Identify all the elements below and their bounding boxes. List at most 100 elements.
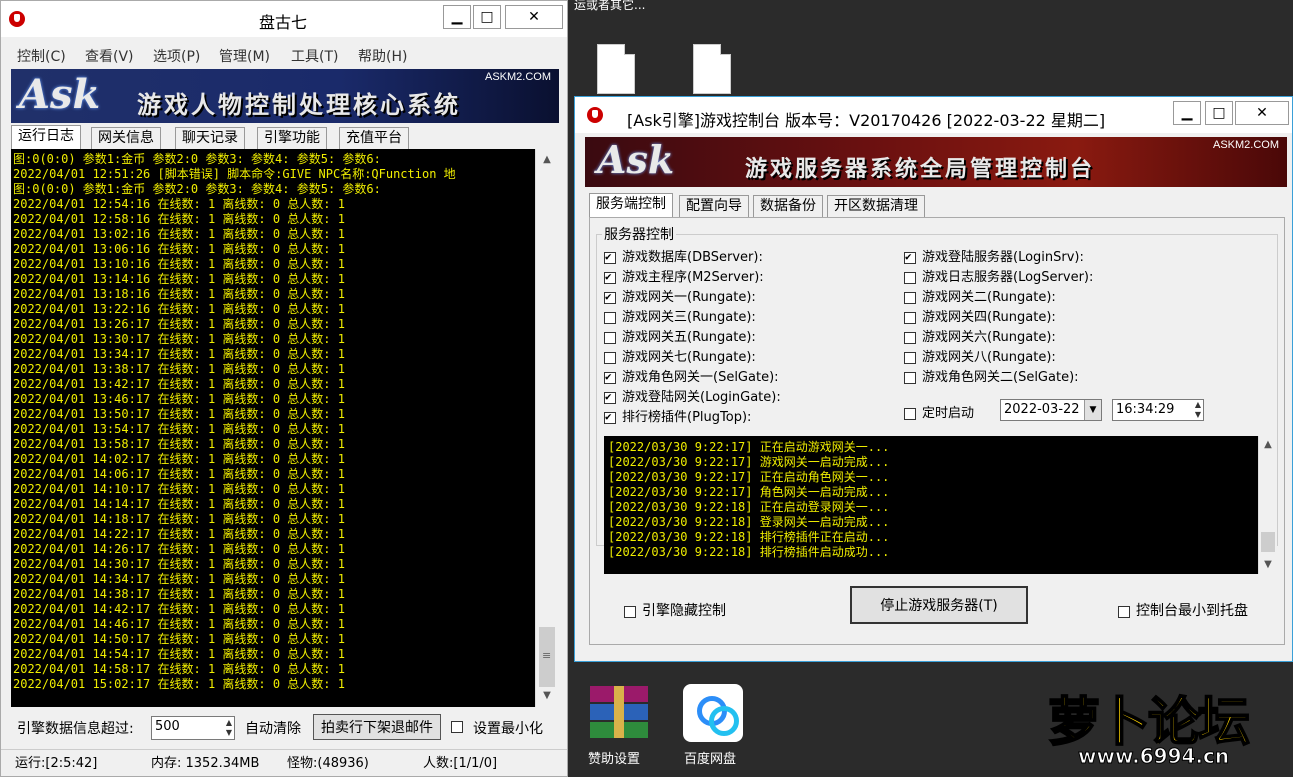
log-line: 2022/04/01 15:02:17 在线数: 1 离线数: 0 总人数: 1: [13, 677, 345, 691]
tab-server-control[interactable]: 服务端控制: [589, 193, 673, 217]
minimize-button[interactable]: ▁: [1173, 101, 1201, 125]
scroll-up-icon[interactable]: ▲: [536, 151, 558, 169]
menu-options[interactable]: 选项(P): [153, 46, 200, 66]
console-titlebar[interactable]: [Ask引擎]游戏控制台 版本号：V20170426 [2022-03-22 星…: [575, 97, 1292, 133]
tab-config-wizard[interactable]: 配置向导: [679, 195, 749, 217]
desktop-top-text: 运或者其它...: [574, 0, 646, 12]
maximize-button[interactable]: □: [473, 5, 501, 29]
close-icon: ✕: [1256, 105, 1268, 121]
tab-recharge-platform[interactable]: 充值平台: [339, 127, 409, 149]
close-button[interactable]: ✕: [505, 5, 563, 29]
menu-help[interactable]: 帮助(H): [358, 46, 407, 66]
server-item-checkbox[interactable]: [904, 311, 916, 324]
baidu-netdisk-icon[interactable]: [683, 684, 743, 742]
log-line: [2022/03/30 9:22:17] 正在启动游戏网关一...: [608, 440, 890, 454]
log-line: 2022/04/01 14:18:17 在线数: 1 离线数: 0 总人数: 1: [13, 512, 345, 526]
server-item-checkbox[interactable]: [604, 410, 616, 424]
startup-log-scrollbar[interactable]: ▲ ▼: [1258, 436, 1277, 574]
scroll-down-icon[interactable]: ▼: [1259, 556, 1277, 574]
spin-arrows-icon[interactable]: ▲ ▼: [1195, 400, 1201, 420]
server-item-row: 游戏网关四(Rungate):: [904, 306, 1056, 325]
server-item-checkbox[interactable]: [604, 331, 616, 344]
chevron-down-icon[interactable]: ▼: [1084, 400, 1101, 420]
threshold-input[interactable]: 500 ▲ ▼: [151, 716, 235, 740]
server-item-checkbox[interactable]: [604, 390, 616, 404]
server-item-checkbox[interactable]: [604, 351, 616, 364]
tab-data-backup[interactable]: 数据备份: [753, 195, 823, 217]
pangu-titlebar[interactable]: 盘古七 ▁ □ ✕: [1, 1, 567, 37]
menu-tools[interactable]: 工具(T): [291, 46, 338, 66]
log-line: 2022/04/01 13:58:17 在线数: 1 离线数: 0 总人数: 1: [13, 437, 345, 451]
close-icon: ✕: [528, 9, 540, 25]
close-button[interactable]: ✕: [1235, 101, 1289, 125]
auction-delist-button[interactable]: 拍卖行下架退邮件: [313, 714, 441, 740]
tab-chat-log[interactable]: 聊天记录: [175, 127, 245, 149]
server-item-checkbox[interactable]: [604, 270, 616, 284]
log-line: 2022/04/01 14:02:17 在线数: 1 离线数: 0 总人数: 1: [13, 452, 345, 466]
file-icon[interactable]: [597, 44, 635, 94]
server-item-checkbox[interactable]: [904, 250, 916, 264]
minimize-setting-checkbox[interactable]: [451, 719, 463, 734]
tab-engine-functions[interactable]: 引擎功能: [257, 127, 327, 149]
server-item-checkbox[interactable]: [904, 271, 916, 284]
hide-engine-checkbox[interactable]: [624, 605, 636, 618]
log-line: 2022/04/01 13:14:16 在线数: 1 离线数: 0 总人数: 1: [13, 272, 345, 286]
minimize-button[interactable]: ▁: [443, 5, 471, 29]
tab-run-log[interactable]: 运行日志: [11, 125, 81, 149]
scroll-thumb[interactable]: [1261, 532, 1275, 552]
server-item-row: 游戏角色网关二(SelGate):: [904, 366, 1079, 385]
server-item-checkbox[interactable]: [904, 291, 916, 304]
spin-arrows-icon[interactable]: ▲ ▼: [226, 718, 232, 738]
server-control-panel: 服务器控制 游戏数据库(DBServer): 游戏主程序(M2Server): 游戏…: [589, 217, 1285, 645]
pangu-banner: Ask ASKM2.COM 游戏人物控制处理核心系统: [11, 69, 559, 123]
status-memory: 内存: 1352.34MB: [151, 756, 260, 771]
log-line: 2022/04/01 14:06:17 在线数: 1 离线数: 0 总人数: 1: [13, 467, 345, 481]
log-line: 2022/04/01 13:26:17 在线数: 1 离线数: 0 总人数: 1: [13, 317, 345, 331]
timer-row: 定时启动: [904, 402, 974, 421]
maximize-icon: □: [480, 9, 494, 25]
server-item-row: 游戏网关八(Rungate):: [904, 346, 1056, 365]
maximize-button[interactable]: □: [1205, 101, 1233, 125]
archive-icon[interactable]: [590, 686, 648, 738]
server-item-checkbox[interactable]: [604, 250, 616, 264]
tab-server-data-cleanup[interactable]: 开区数据清理: [827, 195, 925, 217]
server-item-checkbox[interactable]: [904, 351, 916, 364]
server-item-checkbox[interactable]: [604, 290, 616, 304]
log-line: 图:0(0:0) 参数1:金币 参数2:0 参数3: 参数4: 参数5: 参数6…: [13, 152, 381, 166]
tray-checkbox[interactable]: [1118, 605, 1130, 618]
scroll-down-icon[interactable]: ▼: [536, 687, 558, 705]
server-item-checkbox[interactable]: [904, 331, 916, 344]
threshold-value: 500: [155, 719, 180, 734]
menu-manage[interactable]: 管理(M): [219, 46, 270, 66]
log-line: 2022/04/01 13:50:17 在线数: 1 离线数: 0 总人数: 1: [13, 407, 345, 421]
desktop-icon-label[interactable]: 百度网盘: [684, 748, 736, 767]
timer-date-picker[interactable]: 2022-03-22 ▼: [1000, 399, 1102, 421]
server-item-row: 游戏网关七(Rungate):: [604, 346, 756, 365]
scroll-up-icon[interactable]: ▲: [1259, 436, 1277, 454]
banner-title: 游戏服务器系统全局管理控制台: [745, 157, 1096, 182]
log-line: 2022/04/01 14:14:17 在线数: 1 离线数: 0 总人数: 1: [13, 497, 345, 511]
log-scrollbar[interactable]: ▲ ≡ ▼: [535, 149, 558, 707]
server-item-label: 游戏角色网关一(SelGate):: [622, 370, 779, 385]
file-icon[interactable]: [693, 44, 731, 94]
pangu-tabs: 运行日志 网关信息 聊天记录 引擎功能 充值平台: [11, 125, 559, 149]
startup-log-console[interactable]: [2022/03/30 9:22:17] 正在启动游戏网关一... [2022/0…: [604, 436, 1258, 574]
desktop-icon-label[interactable]: 赞助设置: [588, 748, 640, 767]
log-lines: [2022/03/30 9:22:17] 正在启动游戏网关一... [2022/0…: [608, 440, 1258, 560]
server-item-checkbox[interactable]: [604, 311, 616, 324]
stop-server-button[interactable]: 停止游戏服务器(T): [850, 586, 1028, 624]
tab-gateway-info[interactable]: 网关信息: [91, 127, 161, 149]
log-line: [2022/03/30 9:22:17] 角色网关一启动完成...: [608, 485, 890, 499]
run-log-console[interactable]: 图:0(0:0) 参数1:金币 参数2:0 参数3: 参数4: 参数5: 参数6…: [11, 149, 535, 707]
menu-view[interactable]: 查看(V): [85, 46, 134, 66]
server-item-checkbox[interactable]: [604, 370, 616, 384]
log-line: 2022/04/01 14:30:17 在线数: 1 离线数: 0 总人数: 1: [13, 557, 345, 571]
banner-site: ASKM2.COM: [1212, 139, 1279, 151]
timer-time-picker[interactable]: 16:34:29 ▲ ▼: [1112, 399, 1204, 421]
log-line: 2022/04/01 14:58:17 在线数: 1 离线数: 0 总人数: 1: [13, 662, 345, 676]
menu-control[interactable]: 控制(C): [17, 46, 66, 66]
log-line: 图:0(0:0) 参数1:金币 参数2:0 参数3: 参数4: 参数5: 参数6…: [13, 182, 381, 196]
server-item-row: 游戏日志服务器(LogServer):: [904, 266, 1093, 285]
timer-checkbox[interactable]: [904, 407, 916, 420]
server-item-checkbox[interactable]: [904, 371, 916, 384]
